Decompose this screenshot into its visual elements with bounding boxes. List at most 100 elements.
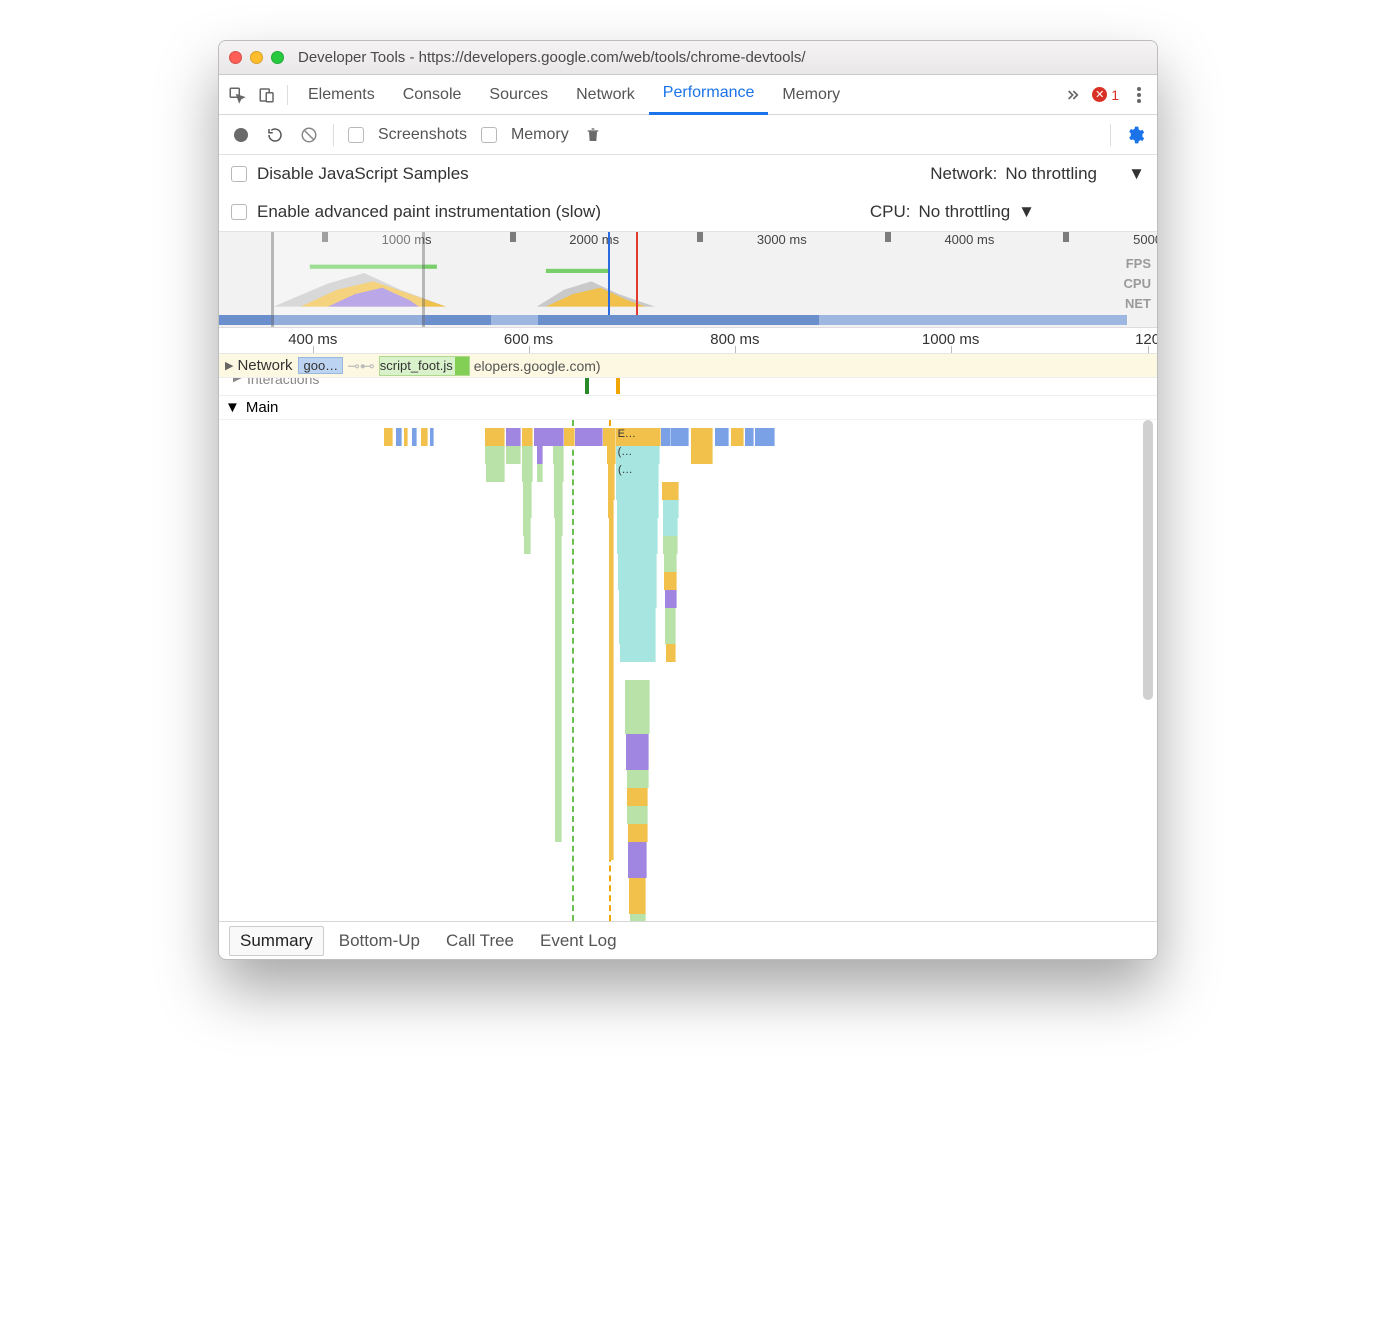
flame-slice[interactable] bbox=[663, 536, 677, 554]
flame-slice[interactable] bbox=[745, 428, 754, 446]
overview-zoom-window[interactable] bbox=[271, 232, 426, 327]
flame-slice[interactable] bbox=[603, 428, 616, 446]
flame-slice[interactable] bbox=[609, 662, 614, 680]
tab-bottom-up[interactable]: Bottom-Up bbox=[328, 926, 431, 956]
flame-slice[interactable] bbox=[430, 428, 434, 446]
flame-slice[interactable] bbox=[534, 428, 564, 446]
flame-slice[interactable] bbox=[627, 806, 648, 824]
flame-slice[interactable] bbox=[555, 752, 562, 770]
flame-slice[interactable] bbox=[619, 626, 656, 644]
inspect-element-icon[interactable] bbox=[227, 85, 247, 105]
flame-slice[interactable] bbox=[609, 716, 614, 734]
flame-slice[interactable] bbox=[404, 428, 409, 446]
flame-slice[interactable] bbox=[715, 428, 730, 446]
flame-slice[interactable] bbox=[564, 428, 575, 446]
flame-slice[interactable] bbox=[555, 590, 562, 608]
flame-slice[interactable] bbox=[523, 482, 533, 500]
flame-slice[interactable] bbox=[555, 536, 562, 554]
network-item[interactable]: elopers.google.com) bbox=[474, 358, 601, 374]
kebab-menu-icon[interactable] bbox=[1129, 85, 1149, 105]
flame-slice[interactable] bbox=[555, 626, 562, 644]
flame-slice[interactable] bbox=[627, 770, 649, 788]
flame-slice[interactable] bbox=[626, 734, 650, 752]
flame-slice[interactable] bbox=[628, 824, 648, 842]
flame-slice[interactable] bbox=[665, 608, 676, 626]
error-badge[interactable]: ✕ 1 bbox=[1092, 87, 1119, 103]
collapse-icon[interactable]: ▼ bbox=[225, 399, 240, 416]
flame-slice[interactable] bbox=[555, 644, 562, 662]
flame-slice[interactable] bbox=[506, 428, 521, 446]
flame-slice[interactable] bbox=[555, 824, 562, 842]
detail-ruler[interactable]: 400 ms600 ms800 ms1000 ms120 bbox=[219, 328, 1157, 354]
close-window-button[interactable] bbox=[229, 51, 242, 64]
flame-slice[interactable] bbox=[555, 698, 562, 716]
flame-slice[interactable] bbox=[522, 446, 533, 464]
flame-slice[interactable]: E… bbox=[616, 428, 662, 446]
flame-slice[interactable] bbox=[618, 554, 658, 572]
flame-slice[interactable] bbox=[555, 554, 562, 572]
flame-slice[interactable] bbox=[628, 842, 647, 860]
flame-slice[interactable] bbox=[617, 500, 659, 518]
zoom-window-button[interactable] bbox=[271, 51, 284, 64]
flame-slice[interactable] bbox=[609, 770, 614, 788]
trash-icon[interactable] bbox=[583, 125, 603, 145]
flame-slice[interactable] bbox=[663, 518, 678, 536]
expand-icon[interactable]: ▶ bbox=[233, 378, 241, 384]
tab-console[interactable]: Console bbox=[389, 75, 476, 115]
flame-slice[interactable] bbox=[609, 536, 614, 554]
flame-slice[interactable] bbox=[555, 788, 562, 806]
flame-slice[interactable] bbox=[609, 572, 614, 590]
flame-slice[interactable] bbox=[629, 896, 646, 914]
flame-slice[interactable] bbox=[554, 500, 563, 518]
flame-slice[interactable] bbox=[555, 572, 562, 590]
flame-slice[interactable] bbox=[537, 464, 543, 482]
tab-network[interactable]: Network bbox=[562, 75, 649, 115]
flame-slice[interactable] bbox=[485, 446, 505, 464]
flame-slice[interactable] bbox=[665, 626, 676, 644]
tab-performance[interactable]: Performance bbox=[649, 75, 769, 115]
reload-icon[interactable] bbox=[265, 125, 285, 145]
tab-memory[interactable]: Memory bbox=[768, 75, 854, 115]
more-tabs-icon[interactable] bbox=[1062, 85, 1082, 105]
screenshots-checkbox[interactable] bbox=[348, 127, 364, 143]
flame-slice[interactable] bbox=[421, 428, 428, 446]
vertical-scrollbar[interactable] bbox=[1143, 420, 1153, 700]
expand-icon[interactable]: ▶ bbox=[225, 359, 233, 372]
flame-slice[interactable] bbox=[609, 554, 614, 572]
flame-slice[interactable] bbox=[609, 698, 614, 716]
flame-slice[interactable] bbox=[630, 914, 646, 921]
flame-slice[interactable] bbox=[609, 626, 614, 644]
flame-slice[interactable] bbox=[666, 644, 676, 662]
flame-slice[interactable] bbox=[625, 680, 651, 698]
tab-call-tree[interactable]: Call Tree bbox=[435, 926, 525, 956]
flame-slice[interactable] bbox=[625, 698, 650, 716]
flame-slice[interactable] bbox=[609, 842, 614, 860]
flame-slice[interactable] bbox=[553, 446, 564, 464]
flame-slice[interactable] bbox=[575, 428, 603, 446]
record-icon[interactable] bbox=[231, 125, 251, 145]
flame-slice[interactable] bbox=[486, 464, 505, 482]
settings-gear-icon[interactable] bbox=[1125, 125, 1145, 145]
flame-slice[interactable] bbox=[662, 482, 679, 500]
flame-slice[interactable] bbox=[485, 428, 505, 446]
flame-slice[interactable] bbox=[661, 428, 670, 446]
flame-slice[interactable] bbox=[555, 770, 562, 788]
flame-slice[interactable] bbox=[609, 644, 614, 662]
flame-slice[interactable] bbox=[617, 536, 657, 554]
flame-slice[interactable] bbox=[555, 716, 562, 734]
flame-slice[interactable] bbox=[608, 464, 616, 482]
flame-slice[interactable] bbox=[522, 464, 532, 482]
minimize-window-button[interactable] bbox=[250, 51, 263, 64]
main-track-head[interactable]: ▼ Main bbox=[219, 396, 1157, 420]
flame-slice[interactable] bbox=[555, 518, 563, 536]
flame-slice[interactable] bbox=[555, 680, 562, 698]
network-item[interactable]: goo… bbox=[298, 357, 343, 374]
flame-slice[interactable] bbox=[620, 644, 656, 662]
flame-slice[interactable] bbox=[619, 608, 656, 626]
flame-slice[interactable] bbox=[691, 428, 713, 446]
advanced-paint-checkbox[interactable] bbox=[231, 204, 247, 220]
flame-slice[interactable] bbox=[608, 500, 614, 518]
flame-slice[interactable] bbox=[523, 500, 532, 518]
flame-slice[interactable] bbox=[629, 878, 647, 896]
flame-slice[interactable] bbox=[555, 662, 562, 680]
